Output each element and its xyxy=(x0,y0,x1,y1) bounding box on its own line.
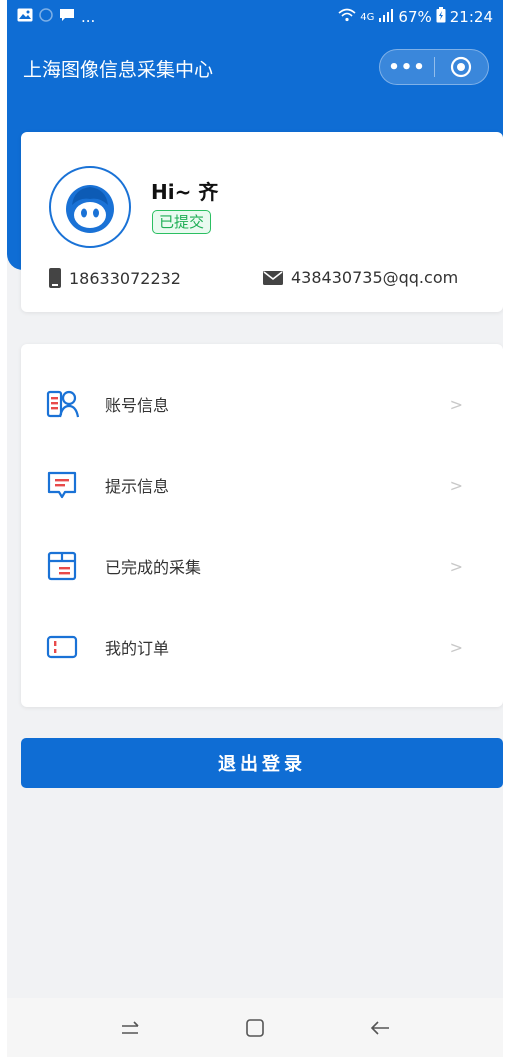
mini-program-capsule: ••• xyxy=(379,49,489,85)
mail-icon xyxy=(263,270,283,285)
recent-apps-button[interactable] xyxy=(110,1008,150,1048)
recent-apps-icon xyxy=(121,1020,139,1034)
home-square-icon xyxy=(246,1018,264,1037)
system-nav-bar xyxy=(7,998,503,1057)
chevron-right-icon: > xyxy=(449,637,463,657)
gallery-icon xyxy=(17,8,33,26)
logout-button[interactable]: 退出登录 xyxy=(21,738,503,788)
cell-signal-icon xyxy=(378,8,394,26)
email-row: 438430735@qq.com xyxy=(263,268,458,287)
home-button[interactable] xyxy=(235,1008,275,1048)
chevron-right-icon: > xyxy=(449,556,463,576)
close-button[interactable] xyxy=(435,50,488,84)
more-button[interactable]: ••• xyxy=(380,50,434,84)
chevron-right-icon: > xyxy=(449,475,463,495)
menu-label-completed: 已完成的采集 xyxy=(105,558,202,577)
target-close-icon xyxy=(451,56,472,78)
menu-item-messages[interactable]: 提示信息 > xyxy=(21,455,503,515)
status-bar: ... 4G 67% 21:24 xyxy=(7,0,503,34)
menu-card: 账号信息 > 提示信息 > 已完成的采集 > 我的订单 > xyxy=(21,344,503,707)
box-icon xyxy=(47,551,77,581)
clock: 21:24 xyxy=(449,8,493,26)
avatar[interactable] xyxy=(49,166,131,248)
phone-icon xyxy=(49,268,61,288)
menu-label-orders: 我的订单 xyxy=(105,639,170,658)
menu-item-account[interactable]: 账号信息 > xyxy=(21,374,503,434)
signal-muted-icon xyxy=(39,8,53,26)
status-badge: 已提交 xyxy=(152,210,212,234)
email-address: 438430735@qq.com xyxy=(291,268,459,287)
menu-label-account: 账号信息 xyxy=(105,396,170,415)
battery-percent: 67% xyxy=(398,8,432,26)
status-dots: ... xyxy=(81,8,96,26)
greeting: Hi~ 齐 xyxy=(151,180,219,204)
page-title: 上海图像信息采集中心 xyxy=(23,58,214,81)
menu-label-messages: 提示信息 xyxy=(105,477,170,496)
chevron-right-icon: > xyxy=(449,394,463,414)
phone-number: 18633072232 xyxy=(69,268,181,288)
menu-item-completed[interactable]: 已完成的采集 > xyxy=(21,536,503,596)
more-dots-icon: ••• xyxy=(388,56,426,78)
profile-card: Hi~ 齐 已提交 18633072232 438430735@qq.com xyxy=(21,132,503,312)
screen: ... 4G 67% 21:24 上海图像信息采集中心 ••• Hi~ 齐 已提… xyxy=(7,0,503,1057)
battery-icon xyxy=(436,7,446,27)
back-button[interactable] xyxy=(360,1008,400,1048)
menu-item-orders[interactable]: 我的订单 > xyxy=(21,617,503,677)
account-icon xyxy=(46,390,79,418)
message-icon xyxy=(47,471,77,499)
title-bar: 上海图像信息采集中心 ••• xyxy=(7,46,503,90)
back-arrow-icon xyxy=(371,1020,390,1035)
chat-icon xyxy=(59,8,75,26)
network-type: 4G xyxy=(360,11,375,23)
ticket-icon xyxy=(46,635,78,659)
wifi-icon xyxy=(338,8,356,26)
phone-row: 18633072232 xyxy=(49,268,181,288)
avatar-face-icon xyxy=(66,185,114,233)
